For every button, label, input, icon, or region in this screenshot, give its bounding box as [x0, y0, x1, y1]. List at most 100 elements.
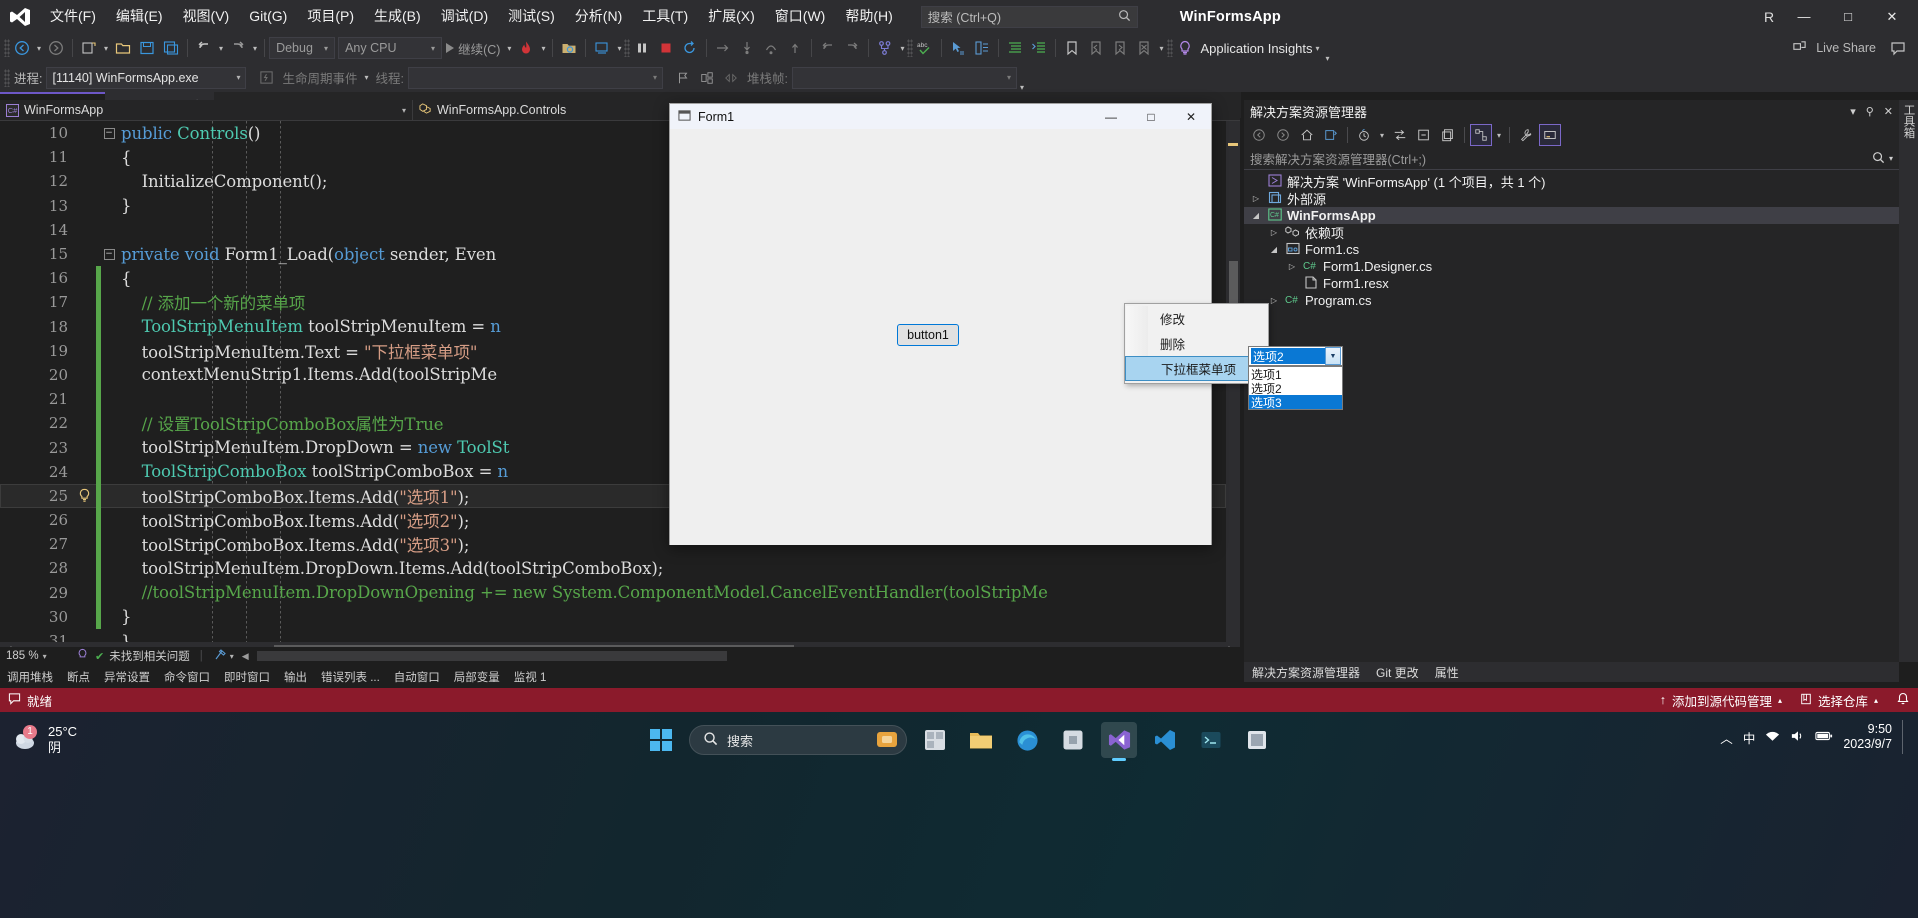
- tray-overflow-icon[interactable]: ︿: [1720, 728, 1733, 747]
- navigate-backward-icon[interactable]: [10, 36, 34, 60]
- start-button[interactable]: [643, 722, 679, 758]
- step-out-icon[interactable]: [783, 36, 807, 60]
- pin-panel-icon[interactable]: ⚲: [1866, 105, 1874, 118]
- live-share-button[interactable]: Live Share: [1792, 39, 1880, 57]
- tray-battery-icon[interactable]: [1815, 730, 1833, 745]
- platform-select[interactable]: Any CPU ▾: [338, 37, 443, 59]
- toolstrip-combobox[interactable]: 选项2 ▼: [1248, 346, 1343, 366]
- copilot-icon[interactable]: [874, 727, 900, 754]
- tray-network-icon[interactable]: [1765, 729, 1780, 746]
- toolbar-grip-4[interactable]: [1166, 39, 1173, 57]
- form1-minimize-button[interactable]: —: [1091, 104, 1131, 129]
- code-structure-icon[interactable]: [970, 36, 994, 60]
- outline-collapse-toggle[interactable]: −: [101, 127, 117, 139]
- combobox-dropdown-button[interactable]: ▼: [1325, 347, 1341, 365]
- home-icon[interactable]: [1296, 124, 1318, 146]
- pointer-select-icon[interactable]: [946, 36, 970, 60]
- bottom-tool-tab[interactable]: 异常设置: [97, 669, 157, 685]
- collapse-all-icon[interactable]: [1413, 124, 1435, 146]
- solution-tree-item[interactable]: Form1.resx: [1244, 275, 1899, 292]
- lifecycle-dropdown-icon[interactable]: ▾: [362, 73, 372, 82]
- continue-button[interactable]: 继续(C): [442, 39, 504, 58]
- stackframe-select[interactable]: ▾: [791, 66, 1017, 89]
- menu-window[interactable]: 窗口(W): [765, 0, 836, 33]
- save-all-icon[interactable]: [159, 36, 183, 60]
- bottom-tool-tab[interactable]: 错误列表 ...: [314, 669, 387, 685]
- toolbox-vertical-tab[interactable]: 工具箱: [1899, 100, 1918, 662]
- show-next-statement-icon[interactable]: [711, 36, 735, 60]
- code-line[interactable]: 29 //toolStripMenuItem.DropDownOpening +…: [0, 580, 1226, 605]
- uncomment-block-icon[interactable]: [1027, 36, 1051, 60]
- step-over-2-icon[interactable]: [759, 36, 783, 60]
- navbar-project-select[interactable]: C# WinFormsApp ▾: [0, 99, 413, 121]
- code-cleanup-icon[interactable]: [213, 648, 227, 665]
- attach-process-icon[interactable]: [557, 36, 581, 60]
- bottom-tool-tab[interactable]: 命令窗口: [157, 669, 217, 685]
- toolbar-grip-2[interactable]: [624, 39, 631, 57]
- menu-edit[interactable]: 编辑(E): [106, 0, 173, 33]
- forward-icon[interactable]: [1272, 124, 1294, 146]
- toolbar2-overflow-icon[interactable]: ▾: [1017, 83, 1027, 92]
- app-insights-dropdown-icon[interactable]: ▾: [1313, 44, 1323, 53]
- branch-icon[interactable]: [873, 36, 897, 60]
- menu-analyze[interactable]: 分析(N): [565, 0, 632, 33]
- toolbar2-grip[interactable]: [4, 68, 10, 87]
- show-all-files-icon[interactable]: [1437, 124, 1459, 146]
- navbar-type-select[interactable]: WinFormsApp.Controls: [413, 100, 572, 121]
- expanded-chevron-icon[interactable]: ◢: [1250, 211, 1262, 220]
- spellcheck-icon[interactable]: abc: [913, 36, 937, 60]
- menu-debug[interactable]: 调试(D): [431, 0, 498, 33]
- solution-tree-item[interactable]: 解决方案 'WinFormsApp' (1 个项目，共 1 个): [1244, 173, 1899, 190]
- show-desktop-button[interactable]: [1902, 720, 1906, 754]
- outline-collapse-toggle[interactable]: −: [101, 248, 117, 260]
- redo-dropdown-icon[interactable]: ▾: [250, 44, 260, 53]
- restart-icon[interactable]: [678, 36, 702, 60]
- bottom-tool-tab[interactable]: 调用堆栈: [0, 669, 60, 685]
- view-class-hierarchy-icon[interactable]: [1470, 124, 1493, 146]
- menu-extensions[interactable]: 扩展(X): [698, 0, 765, 33]
- taskbar-app-widgets[interactable]: [917, 722, 953, 758]
- taskbar-visual-studio[interactable]: [1101, 722, 1137, 758]
- solution-tree-item[interactable]: ◢ C# WinFormsApp: [1244, 207, 1899, 224]
- sync-with-active-document-icon[interactable]: [1389, 124, 1411, 146]
- view-dropdown-icon[interactable]: ▾: [1494, 131, 1504, 140]
- bottom-tool-tab[interactable]: 输出: [277, 669, 314, 685]
- footer-tab-properties[interactable]: 属性: [1435, 664, 1459, 681]
- code-cleanup-dropdown-icon[interactable]: ▾: [227, 652, 234, 661]
- branch-dropdown-icon[interactable]: ▾: [897, 44, 907, 53]
- combobox-option[interactable]: 选项3: [1249, 395, 1342, 410]
- solution-tree-item[interactable]: ▷ C# Form1.Designer.cs: [1244, 258, 1899, 275]
- taskbar-edge-browser[interactable]: [1009, 722, 1045, 758]
- menu-build[interactable]: 生成(B): [364, 0, 431, 33]
- solution-tree-item[interactable]: ▷ 外部源: [1244, 190, 1899, 207]
- navigate-forward-icon[interactable]: [44, 36, 68, 60]
- window-close-button[interactable]: ✕: [1870, 0, 1914, 33]
- redo-2-icon[interactable]: [840, 36, 864, 60]
- lifecycle-events-icon[interactable]: [254, 66, 278, 90]
- add-to-source-control-button[interactable]: ↑ 添加到源代码管理 ▴: [1660, 691, 1782, 710]
- step-over-icon[interactable]: [590, 36, 614, 60]
- expanded-chevron-icon[interactable]: ◢: [1268, 245, 1280, 254]
- global-search-input[interactable]: 搜索 (Ctrl+Q): [920, 5, 1138, 28]
- bookmark-toggle-icon[interactable]: [1060, 36, 1084, 60]
- bottom-tool-tab[interactable]: 自动窗口: [387, 669, 447, 685]
- bottom-tool-tab[interactable]: 局部变量: [447, 669, 507, 685]
- threads-window-icon[interactable]: [695, 66, 719, 90]
- menu-tools[interactable]: 工具(T): [632, 0, 698, 33]
- preview-selected-items-icon[interactable]: [1539, 124, 1562, 146]
- menu-project[interactable]: 项目(P): [297, 0, 364, 33]
- taskbar-weather-widget[interactable]: 1 25°C 阴: [14, 724, 77, 756]
- undo-dropdown-icon[interactable]: ▾: [216, 44, 226, 53]
- parallel-stacks-icon[interactable]: [719, 66, 743, 90]
- build-configuration-select[interactable]: Debug ▾: [269, 37, 336, 59]
- bottom-tool-tab[interactable]: 即时窗口: [217, 669, 277, 685]
- menu-git[interactable]: Git(G): [239, 0, 297, 33]
- bookmark-prev-icon[interactable]: [1084, 36, 1108, 60]
- step-dropdown-icon[interactable]: ▾: [614, 44, 624, 53]
- tray-ime-icon[interactable]: 中: [1743, 728, 1756, 747]
- new-project-dropdown-icon[interactable]: ▾: [101, 44, 111, 53]
- open-file-icon[interactable]: [111, 36, 135, 60]
- lifecycle-events-label[interactable]: 生命周期事件: [278, 68, 361, 87]
- process-select[interactable]: [11140] WinFormsApp.exe ▾: [46, 66, 247, 89]
- collapsed-chevron-icon[interactable]: ▷: [1268, 228, 1280, 237]
